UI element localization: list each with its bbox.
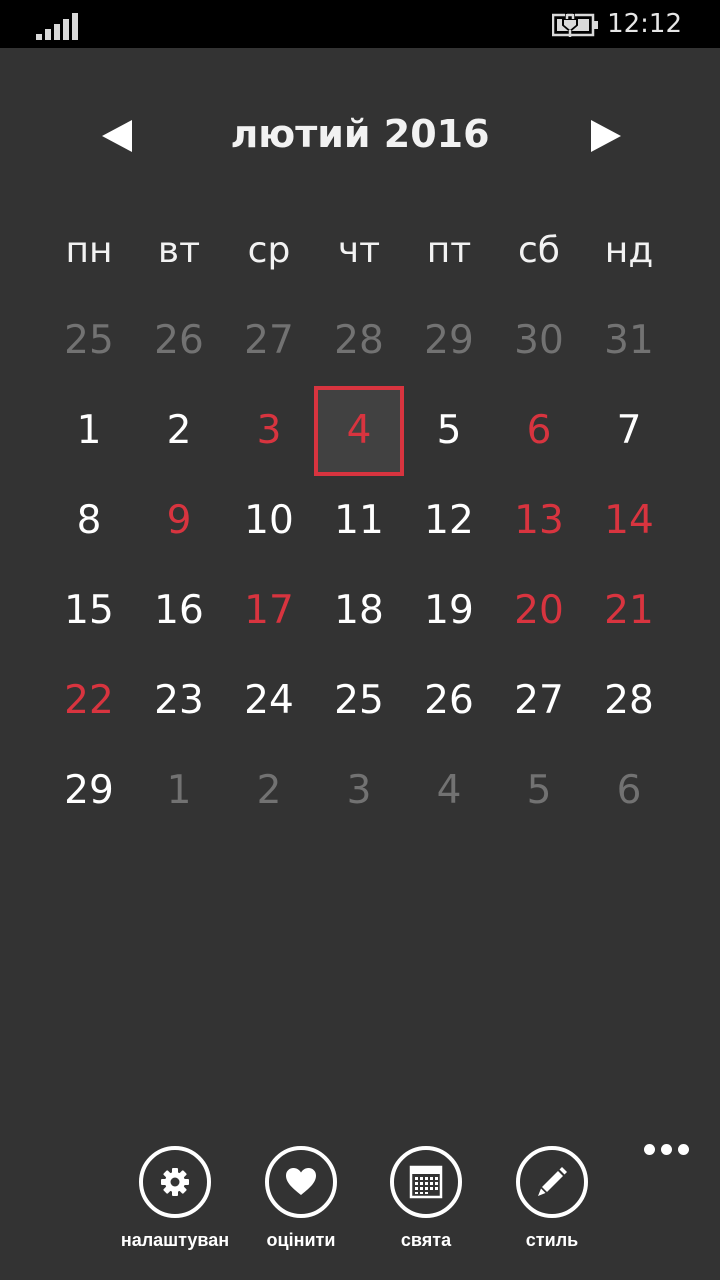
- day-cell[interactable]: 13: [494, 476, 584, 566]
- calendar-icon: [409, 1165, 443, 1199]
- weekday-label: пн: [65, 230, 113, 271]
- calendar-weeks: 25 26 27 28 29 30 31 1 2 3 4 5 6 7 8 9 10 11 12 13 14 15 16 17 1…: [44, 296, 674, 836]
- day-cell[interactable]: 11: [314, 476, 404, 566]
- day-cell[interactable]: 31: [584, 296, 674, 386]
- day-cell[interactable]: 1: [134, 746, 224, 836]
- day-cell[interactable]: 8: [44, 476, 134, 566]
- day-cell[interactable]: 6: [494, 386, 584, 476]
- day-cell[interactable]: 25: [314, 656, 404, 746]
- day-cell[interactable]: 17: [224, 566, 314, 656]
- day-cell[interactable]: 2: [134, 386, 224, 476]
- weekday-label: нд: [604, 230, 654, 271]
- day-cell[interactable]: 21: [584, 566, 674, 656]
- weekday-label: ср: [247, 230, 291, 271]
- rate-button[interactable]: оцінити: [238, 1144, 364, 1274]
- week-row: 8 9 10 11 12 13 14: [44, 476, 674, 566]
- day-cell[interactable]: 3: [314, 746, 404, 836]
- week-row: 15 16 17 18 19 20 21: [44, 566, 674, 656]
- arrow-left-icon[interactable]: [98, 116, 138, 156]
- style-button[interactable]: стиль: [489, 1144, 615, 1274]
- day-cell[interactable]: 23: [134, 656, 224, 746]
- settings-circle: [139, 1146, 211, 1218]
- day-cell[interactable]: 26: [134, 296, 224, 386]
- day-cell[interactable]: 29: [404, 296, 494, 386]
- calendar-header: лютий 2016: [0, 96, 720, 176]
- day-cell[interactable]: 16: [134, 566, 224, 656]
- calendar-grid: пн вт ср чт пт сб нд 25 26 27 28 29 30 31 1 2 3 4 5…: [44, 206, 674, 836]
- today-day-cell[interactable]: 4: [314, 386, 404, 476]
- day-cell[interactable]: 19: [404, 566, 494, 656]
- day-cell[interactable]: 5: [494, 746, 584, 836]
- rate-circle: [265, 1146, 337, 1218]
- day-cell[interactable]: 18: [314, 566, 404, 656]
- week-row: 22 23 24 25 26 27 28: [44, 656, 674, 746]
- status-time: 12:12: [607, 9, 682, 39]
- arrow-right-icon[interactable]: [585, 116, 625, 156]
- day-cell[interactable]: 28: [584, 656, 674, 746]
- day-cell[interactable]: 24: [224, 656, 314, 746]
- battery-charging-icon: [552, 13, 598, 37]
- rate-label: оцінити: [266, 1230, 336, 1250]
- week-row: 29 1 2 3 4 5 6: [44, 746, 674, 836]
- day-cell[interactable]: 25: [44, 296, 134, 386]
- day-cell[interactable]: 2: [224, 746, 314, 836]
- settings-label: налаштуван: [120, 1230, 230, 1250]
- day-cell[interactable]: 5: [404, 386, 494, 476]
- day-cell[interactable]: 12: [404, 476, 494, 566]
- pencil-icon: [538, 1167, 567, 1196]
- day-cell[interactable]: 9: [134, 476, 224, 566]
- day-cell[interactable]: 29: [44, 746, 134, 836]
- month-title[interactable]: лютий 2016: [160, 110, 560, 158]
- day-cell[interactable]: 26: [404, 656, 494, 746]
- signal-strength-icon: [36, 12, 80, 40]
- weekday-row: пн вт ср чт пт сб нд: [44, 206, 674, 296]
- heart-icon: [286, 1168, 316, 1195]
- day-cell[interactable]: 6: [584, 746, 674, 836]
- status-bar: 12:12: [0, 0, 720, 48]
- weekday-label: сб: [518, 230, 560, 271]
- more-dots-icon[interactable]: [640, 1136, 692, 1164]
- gear-icon: [161, 1168, 189, 1196]
- day-cell[interactable]: 10: [224, 476, 314, 566]
- day-cell[interactable]: 3: [224, 386, 314, 476]
- holidays-label: свята: [400, 1230, 452, 1250]
- settings-button[interactable]: налаштуван: [112, 1144, 238, 1274]
- day-cell[interactable]: 4: [404, 746, 494, 836]
- holidays-circle: [390, 1146, 462, 1218]
- week-row: 1234567: [44, 386, 674, 476]
- style-circle: [516, 1146, 588, 1218]
- week-row: 25 26 27 28 29 30 31: [44, 296, 674, 386]
- day-cell[interactable]: 27: [494, 656, 584, 746]
- day-cell[interactable]: 30: [494, 296, 584, 386]
- day-cell[interactable]: 27: [224, 296, 314, 386]
- day-cell[interactable]: 28: [314, 296, 404, 386]
- day-cell[interactable]: 20: [494, 566, 584, 656]
- day-cell[interactable]: 15: [44, 566, 134, 656]
- weekday-label: пт: [426, 230, 472, 271]
- day-cell[interactable]: 22: [44, 656, 134, 746]
- weekday-label: вт: [157, 230, 201, 271]
- holidays-button[interactable]: свята: [363, 1144, 489, 1274]
- weekday-label: чт: [337, 230, 381, 271]
- day-cell[interactable]: 14: [584, 476, 674, 566]
- day-cell[interactable]: 1: [44, 386, 134, 476]
- app-bar: налаштуван оцінити свята стиль: [0, 1120, 720, 1280]
- style-label: стиль: [525, 1230, 579, 1250]
- day-cell[interactable]: 7: [584, 386, 674, 476]
